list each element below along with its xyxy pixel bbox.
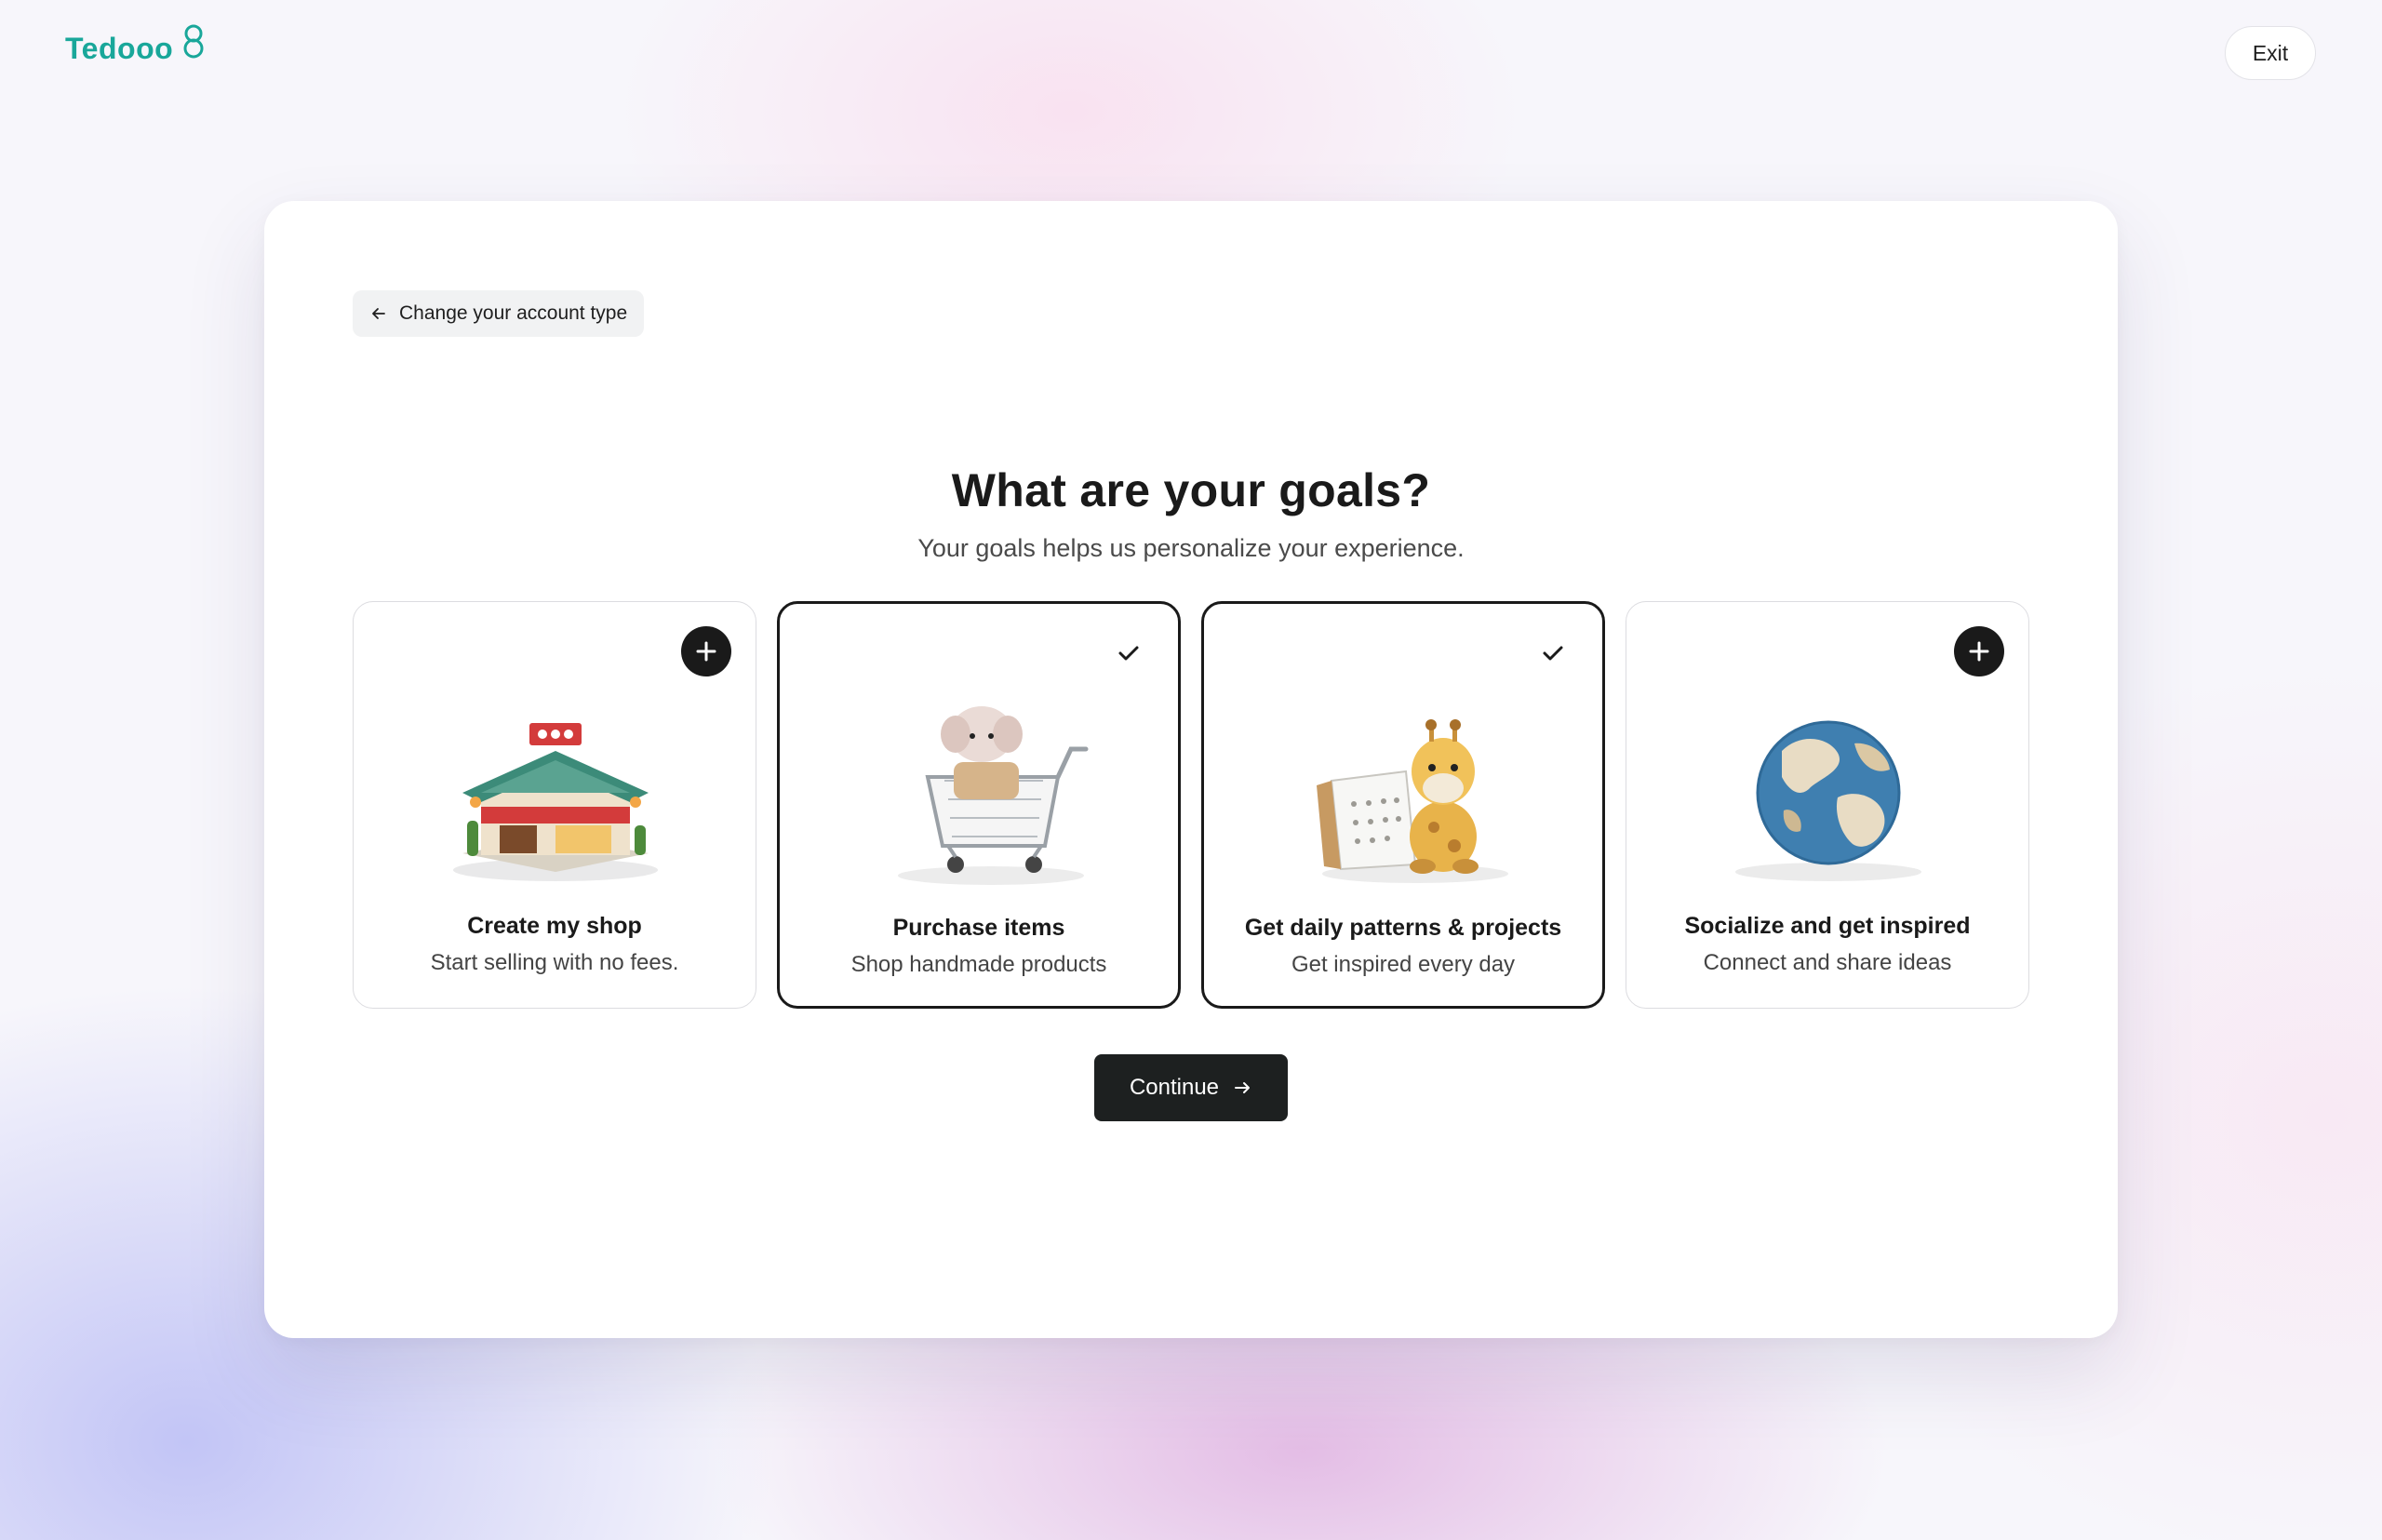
goal-options: Create my shop Start selling with no fee…	[353, 601, 2029, 1009]
goal-description: Shop handmade products	[850, 952, 1107, 977]
check-icon	[1543, 646, 1563, 661]
page-subtitle: Your goals helps us personalize your exp…	[917, 534, 1465, 562]
shop-illustration	[453, 723, 658, 881]
giraffe-calendar-illustration	[1317, 719, 1508, 883]
goal-title: Create my shop	[467, 913, 642, 939]
goal-title: Get daily patterns & projects	[1244, 915, 1562, 941]
globe-illustration	[1735, 720, 1921, 881]
top-bar: Tedooo Exit	[0, 0, 2382, 112]
logo-mark-icon	[183, 24, 204, 58]
goal-description: Connect and share ideas	[1703, 950, 1952, 975]
logo-text: Tedooo	[65, 32, 174, 65]
goal-card-daily-patterns[interactable]: Get daily patterns & projects Get inspir…	[1201, 601, 1605, 1009]
page-title: What are your goals?	[951, 464, 1431, 516]
selected-goal-indicator[interactable]	[1528, 628, 1578, 678]
arrow-left-icon	[372, 308, 385, 319]
shopping-cart-illustration	[898, 706, 1089, 885]
goal-description: Get inspired every day	[1291, 952, 1516, 977]
change-account-type-label: Change your account type	[399, 302, 628, 324]
goals-card: Change your account type What are your g…	[264, 201, 2118, 1338]
selected-goal-indicator[interactable]	[1104, 628, 1154, 678]
logo[interactable]: Tedooo	[65, 24, 208, 66]
goal-card-purchase-items[interactable]: Purchase items Shop handmade products	[777, 601, 1181, 1009]
add-goal-button[interactable]	[681, 626, 731, 676]
goal-title: Purchase items	[892, 915, 1065, 941]
goal-card-create-shop[interactable]: Create my shop Start selling with no fee…	[353, 601, 756, 1009]
change-account-type-button[interactable]: Change your account type	[353, 290, 645, 337]
goal-card-socialize[interactable]: Socialize and get inspired Connect and s…	[1626, 601, 2029, 1009]
check-icon	[1118, 646, 1139, 661]
arrow-right-icon	[1235, 1082, 1251, 1093]
plus-icon	[696, 641, 716, 662]
continue-label: Continue	[1129, 1075, 1220, 1100]
goal-description: Start selling with no fees.	[430, 950, 679, 975]
plus-icon	[1969, 641, 1989, 662]
exit-button[interactable]: Exit	[2225, 26, 2316, 80]
add-goal-button[interactable]	[1954, 626, 2004, 676]
continue-button[interactable]: Continue	[1094, 1054, 1288, 1121]
goal-title: Socialize and get inspired	[1684, 913, 1971, 939]
